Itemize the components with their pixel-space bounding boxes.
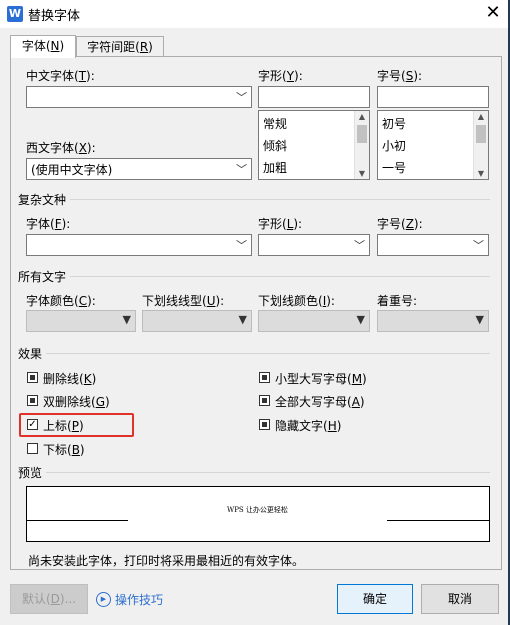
- divider: [46, 353, 490, 354]
- scrollbar[interactable]: ▲ ▼: [473, 111, 488, 179]
- preview-box: WPS 让办公更轻松: [26, 486, 490, 542]
- tab-char-spacing[interactable]: 字符间距(R): [76, 36, 164, 57]
- double-strikethrough-label: 双删除线(G): [43, 395, 110, 409]
- tips-link[interactable]: 操作技巧: [115, 591, 163, 608]
- scroll-up-icon[interactable]: ▲: [355, 112, 369, 121]
- emphasis-combo[interactable]: ▼: [377, 310, 489, 332]
- tab-font[interactable]: 字体(N): [10, 35, 76, 58]
- tab-spacing-label: 字符间距(: [87, 40, 140, 54]
- caret-down-icon: ▼: [238, 313, 247, 326]
- scroll-thumb[interactable]: [476, 125, 486, 143]
- underline-color-combo[interactable]: ▼: [258, 310, 370, 332]
- chinese-font-combo[interactable]: ﹀: [26, 86, 252, 108]
- all-caps-label: 全部大写字母(A): [275, 395, 365, 409]
- western-font-value: (使用中文字体): [31, 163, 113, 177]
- default-button[interactable]: 默认(D)...: [10, 584, 88, 614]
- font-style-input[interactable]: [258, 86, 370, 108]
- wps-writer-icon: W: [7, 6, 23, 22]
- scrollbar[interactable]: ▲ ▼: [354, 111, 369, 179]
- checkbox-indeterminate-icon: [259, 372, 270, 383]
- chevron-down-icon: ﹀: [236, 163, 247, 176]
- tab-spacing-suffix: ): [148, 40, 153, 54]
- complex-size-combo[interactable]: ﹀: [377, 234, 489, 256]
- caret-down-icon: ▼: [475, 313, 484, 326]
- subscript-checkbox[interactable]: 下标(B): [26, 441, 126, 457]
- all-caps-checkbox[interactable]: 全部大写字母(A): [258, 393, 408, 409]
- emphasis-label: 着重号:: [377, 294, 418, 308]
- strikethrough-label: 删除线(K): [43, 372, 97, 386]
- font-size-list[interactable]: 初号 小初 一号 ▲ ▼: [377, 110, 489, 180]
- superscript-checkbox[interactable]: ✓ 上标(P): [26, 417, 126, 433]
- window-title: 替换字体: [28, 9, 81, 24]
- play-circle-icon[interactable]: ▶: [96, 592, 111, 607]
- caret-down-icon: ▼: [356, 313, 365, 326]
- tab-font-suffix: ): [59, 39, 65, 53]
- chevron-down-icon: ﹀: [236, 239, 247, 252]
- checkbox-indeterminate-icon: [259, 395, 270, 406]
- hidden-text-checkbox[interactable]: 隐藏文字(H): [258, 417, 408, 433]
- chevron-down-icon: ﹀: [236, 91, 247, 104]
- scroll-thumb[interactable]: [357, 125, 367, 143]
- checkbox-checked-icon: ✓: [27, 419, 38, 430]
- font-style-list[interactable]: 常规 倾斜 加粗 ▲ ▼: [258, 110, 370, 180]
- complex-size-label: 字号(Z):: [377, 217, 423, 231]
- preview-sample-text: WPS 让办公更轻松: [227, 506, 288, 514]
- checkbox-unchecked-icon: [27, 443, 38, 454]
- divider: [46, 472, 490, 473]
- title-bar: W 替换字体 ✕: [0, 0, 510, 29]
- list-item[interactable]: 加粗: [263, 159, 287, 176]
- small-caps-checkbox[interactable]: 小型大写字母(M): [258, 370, 408, 386]
- chinese-font-label: 中文字体(T):: [26, 69, 95, 83]
- western-font-label: 西文字体(X):: [26, 141, 96, 155]
- complex-style-combo[interactable]: ﹀: [258, 234, 370, 256]
- close-icon[interactable]: ✕: [478, 0, 508, 28]
- complex-font-combo[interactable]: ﹀: [26, 234, 252, 256]
- preview-baseline-left: [27, 520, 128, 521]
- list-item[interactable]: 倾斜: [263, 137, 287, 154]
- chevron-down-icon: ﹀: [473, 239, 484, 252]
- list-item[interactable]: 小初: [382, 137, 406, 154]
- small-caps-label: 小型大写字母(M): [275, 372, 367, 386]
- hidden-text-label: 隐藏文字(H): [275, 419, 342, 433]
- list-item[interactable]: 常规: [263, 115, 287, 132]
- caret-down-icon: ▼: [122, 313, 131, 326]
- scroll-down-icon[interactable]: ▼: [474, 169, 488, 178]
- font-not-installed-note: 尚未安装此字体，打印时将采用最相近的有效字体。: [28, 554, 305, 568]
- checkbox-indeterminate-icon: [27, 395, 38, 406]
- tab-font-label: 字体(: [21, 39, 51, 53]
- subscript-label: 下标(B): [43, 443, 85, 457]
- tab-spacing-key: R: [139, 40, 149, 54]
- superscript-label: 上标(P): [43, 419, 84, 433]
- western-font-combo[interactable]: (使用中文字体) ﹀: [26, 158, 252, 180]
- section-all-text-title: 所有文字: [18, 270, 67, 284]
- checkbox-indeterminate-icon: [259, 419, 270, 430]
- list-item[interactable]: 一号: [382, 159, 406, 176]
- underline-type-label: 下划线线型(U):: [142, 294, 225, 308]
- chevron-down-icon: ﹀: [354, 239, 365, 252]
- font-size-input[interactable]: [377, 86, 489, 108]
- scroll-down-icon[interactable]: ▼: [355, 169, 369, 178]
- scroll-up-icon[interactable]: ▲: [474, 112, 488, 121]
- preview-baseline-right: [387, 520, 490, 521]
- complex-style-label: 字形(L):: [258, 217, 303, 231]
- double-strikethrough-checkbox[interactable]: 双删除线(G): [26, 393, 176, 409]
- section-effects-title: 效果: [18, 347, 43, 361]
- section-preview-title: 预览: [18, 466, 43, 480]
- checkbox-indeterminate-icon: [27, 372, 38, 383]
- divider: [70, 276, 490, 277]
- divider: [70, 199, 490, 200]
- font-style-label: 字形(Y):: [258, 69, 303, 83]
- font-size-label: 字号(S):: [377, 69, 423, 83]
- ok-button[interactable]: 确定: [337, 584, 413, 614]
- font-color-combo[interactable]: ▼: [26, 310, 136, 332]
- complex-font-label: 字体(F):: [26, 217, 71, 231]
- underline-color-label: 下划线颜色(I):: [258, 294, 335, 308]
- strikethrough-checkbox[interactable]: 删除线(K): [26, 370, 176, 386]
- cancel-button[interactable]: 取消: [421, 584, 499, 614]
- font-color-label: 字体颜色(C):: [26, 294, 96, 308]
- section-complex-title: 复杂文种: [18, 193, 67, 207]
- list-item[interactable]: 初号: [382, 115, 406, 132]
- underline-type-combo[interactable]: ▼: [142, 310, 252, 332]
